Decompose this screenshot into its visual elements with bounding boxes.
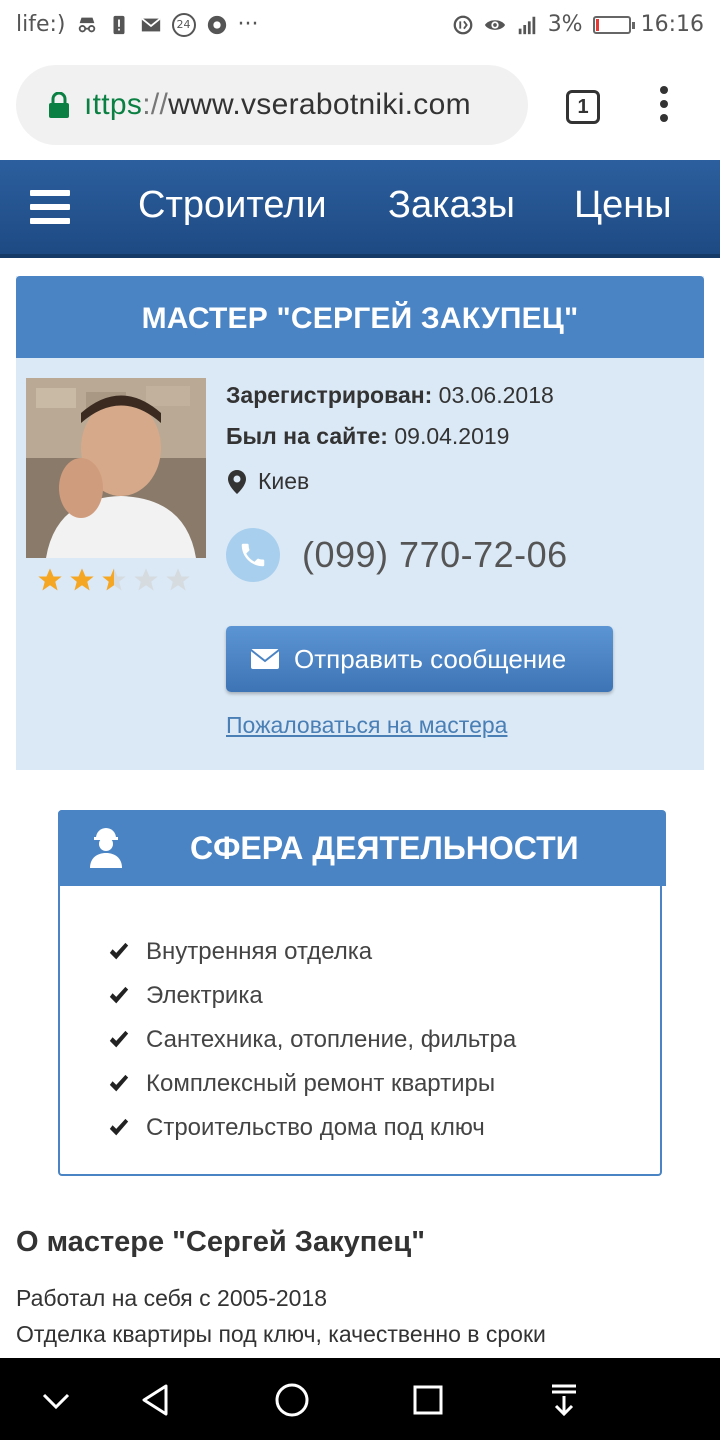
about-text: Работал на себя с 2005-2018 Отделка квар… (16, 1280, 546, 1352)
tab-switcher-button[interactable]: 1 (566, 90, 600, 124)
master-photo (26, 378, 206, 558)
about-title: О мастере "Сергей Закупец" (16, 1226, 425, 1258)
recents-icon[interactable] (408, 1380, 448, 1420)
list-item: Электрика (108, 974, 516, 1018)
send-message-label: Отправить сообщение (294, 643, 567, 674)
check-icon (109, 942, 129, 960)
chrome-icon (207, 15, 226, 34)
complain-link[interactable]: Пожаловаться на мастера (226, 712, 507, 739)
check-icon (109, 1030, 129, 1048)
registered-label: Зарегистрирован: (226, 382, 433, 408)
last-seen-label: Был на сайте: (226, 423, 388, 449)
master-profile-card: МАСТЕР "СЕРГЕЙ ЗАКУПЕЦ" Зарегистрирован:… (16, 276, 704, 770)
star-icon-empty (134, 568, 158, 591)
alert-icon (113, 15, 124, 34)
about-line: Отделка квартиры под ключ, качественно в… (16, 1321, 546, 1347)
star-icon-half (102, 568, 126, 591)
send-message-button[interactable]: Отправить сообщение (226, 626, 613, 692)
activity-item-label: Электрика (146, 982, 263, 1009)
check-icon (109, 986, 129, 1004)
back-icon[interactable] (136, 1380, 176, 1420)
check-icon (109, 1118, 129, 1136)
registered-value: 03.06.2018 (438, 382, 554, 408)
data-saver-icon (453, 15, 473, 34)
phone-icon[interactable] (226, 528, 280, 582)
activity-item-label: Строительство дома под ключ (146, 1114, 485, 1141)
browser-menu-icon[interactable] (656, 86, 672, 128)
map-pin-icon (228, 469, 246, 494)
phone-number[interactable]: (099) 770-72-06 (302, 534, 568, 576)
more-notifications: ··· (237, 12, 259, 37)
list-item: Сантехника, отопление, фильтра (108, 1018, 516, 1062)
home-icon[interactable] (272, 1380, 312, 1420)
list-item: Внутренняя отделка (108, 930, 516, 974)
phone-row[interactable]: (099) 770-72-06 (226, 528, 568, 582)
star-icon-filled (70, 568, 94, 591)
registered-row: Зарегистрирован: 03.06.2018 (226, 382, 554, 409)
rating-stars (36, 566, 192, 594)
master-info: Зарегистрирован: 03.06.2018 Был на сайте… (226, 382, 554, 464)
activity-item-label: Внутренняя отделка (146, 938, 373, 965)
city-label: Киев (258, 468, 310, 494)
activity-item-label: Сантехника, отопление, фильтра (146, 1026, 517, 1053)
activity-title: СФЕРА ДЕЯТЕЛЬНОСТИ (190, 830, 579, 866)
star-icon-filled (38, 568, 62, 591)
activity-section: СФЕРА ДЕЯТЕЛЬНОСТИ Внутренняя отделка Эл… (58, 810, 666, 1176)
site-navbar: Строители Заказы Цены (0, 160, 720, 258)
worker-icon (90, 828, 122, 868)
list-item: Комплексный ремонт квартиры (108, 1062, 516, 1106)
address-bar[interactable]: ıttps://www.vserabotniki.com (16, 65, 528, 145)
clock: 16:16 (640, 12, 704, 37)
signal-icon (518, 16, 535, 34)
master-title: МАСТЕР "СЕРГЕЙ ЗАКУПЕЦ" (16, 276, 704, 358)
activity-item-label: Комплексный ремонт квартиры (146, 1070, 496, 1097)
nav-prices[interactable]: Цены (574, 184, 672, 227)
battery-percent: 3% (547, 12, 583, 37)
envelope-icon (250, 649, 280, 669)
eye-icon (484, 19, 505, 30)
nav-builders[interactable]: Строители (138, 184, 327, 227)
notification-pull-icon[interactable] (544, 1380, 584, 1420)
last-seen-row: Был на сайте: 09.04.2019 (226, 423, 554, 450)
mail-icon (140, 17, 161, 31)
android-navigation-bar (0, 1358, 720, 1440)
city-row: Киев (228, 468, 309, 495)
check-icon (109, 1074, 129, 1092)
last-seen-value: 09.04.2019 (394, 423, 510, 449)
hamburger-menu-icon[interactable] (30, 190, 70, 226)
activity-list: Внутренняя отделка Электрика Сантехника,… (108, 930, 516, 1150)
status-bar: life:) 24 ··· 3% 16:16 (0, 0, 720, 50)
list-item: Строительство дома под ключ (108, 1106, 516, 1150)
nav-orders[interactable]: Заказы (388, 184, 515, 227)
star-icon-empty (166, 568, 190, 591)
battery-icon (592, 15, 635, 34)
browser-toolbar: ıttps://www.vserabotniki.com 1 (0, 50, 720, 160)
activity-header: СФЕРА ДЕЯТЕЛЬНОСТИ (58, 810, 666, 886)
about-line: Работал на себя с 2005-2018 (16, 1285, 328, 1311)
portrait-image (26, 378, 206, 558)
chevron-down-icon[interactable] (36, 1380, 76, 1420)
carrier-label: life:) (16, 12, 66, 37)
incognito-icon (78, 17, 95, 32)
url-text: ıttps://www.vserabotniki.com (84, 88, 471, 121)
news-badge-icon: 24 (171, 12, 196, 37)
lock-icon (49, 92, 69, 118)
